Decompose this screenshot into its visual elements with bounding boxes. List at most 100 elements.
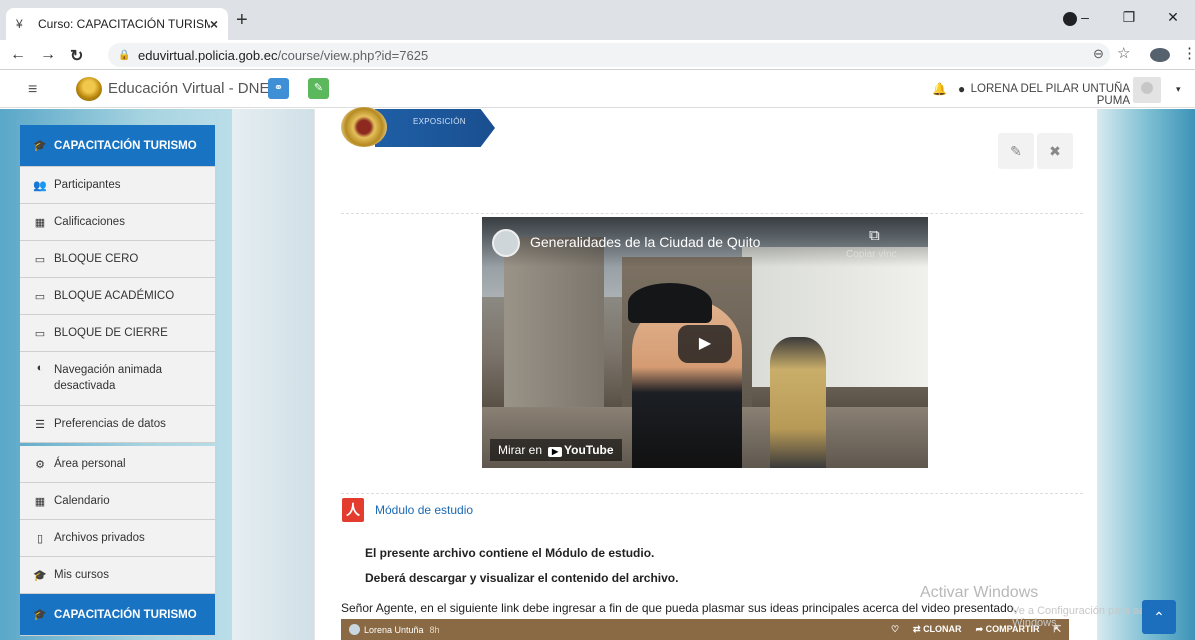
file-icon: ▯ <box>36 532 44 545</box>
youtube-logo: ▶ YouTube <box>548 443 614 457</box>
copy-link-label: Copiar vínc <box>846 249 897 260</box>
sidebar-item-mis-cursos[interactable]: 🎓 Mis cursos <box>20 557 215 594</box>
maximize-button[interactable]: ❐ <box>1107 9 1151 26</box>
table-icon: ▦ <box>34 216 46 229</box>
sidebar-item-bloque-cero[interactable]: ▭ BLOQUE CERO <box>20 241 215 278</box>
tab-title: Curso: CAPACITACIÓN TURISMO <box>38 17 210 31</box>
resource-description: El presente archivo contiene el Módulo d… <box>365 546 655 560</box>
scroll-to-top-button[interactable]: ⌃ <box>1142 600 1176 634</box>
user-menu-caret-icon[interactable]: ▾ <box>1176 84 1181 95</box>
sidebar-item-navegacion-animada[interactable]: ◐ Navegación animada desactivada <box>20 352 215 406</box>
lock-icon: 🔒 <box>118 49 131 61</box>
toggle-icon: ◐ <box>36 362 44 374</box>
resource-link[interactable]: Módulo de estudio <box>375 503 473 517</box>
url-input[interactable]: 🔒 eduvirtual.policia.gob.ec/course/view.… <box>108 43 1110 67</box>
windows-watermark-title: Activar Windows <box>920 584 1039 601</box>
site-navbar: ≡ Educación Virtual - DNE ⚭ ✎ 🔔 ● LORENA… <box>0 71 1195 108</box>
sidebar-item-calificaciones[interactable]: ▦ Calificaciones <box>20 204 215 241</box>
browser-tab[interactable]: ¥ Curso: CAPACITACIÓN TURISMO × <box>6 8 228 40</box>
sidebar-item-archivos-privados[interactable]: ▯ Archivos privados <box>20 520 215 557</box>
zoom-icon[interactable]: ⊖ <box>1093 46 1104 62</box>
sidebar-item-label: BLOQUE ACADÉMICO <box>54 290 175 302</box>
sidebar-course-header[interactable]: 🎓 CAPACITACIÓN TURISMO <box>20 125 215 167</box>
clone-button[interactable]: ⇄ CLONAR <box>913 624 962 635</box>
sidebar-item-label: Calendario <box>54 495 110 507</box>
reload-icon[interactable]: ↻ <box>70 46 83 66</box>
sidebar-item-label: BLOQUE DE CIERRE <box>54 327 168 339</box>
copy-link-icon[interactable]: ⧉ <box>869 227 880 244</box>
graduation-cap-icon: 🎓 <box>33 569 47 582</box>
close-window-button[interactable]: ✕ <box>1151 9 1195 26</box>
video-frame-officer-cap <box>628 283 712 323</box>
play-button[interactable]: ▶ <box>678 325 732 363</box>
site-logo[interactable] <box>76 77 102 101</box>
site-name[interactable]: Educación Virtual - DNE <box>108 80 269 97</box>
url-path: /course/view.php?id=7625 <box>277 47 429 63</box>
youtube-label: YouTube <box>564 443 614 457</box>
sidebar-item-area-personal[interactable]: ⚙ Área personal <box>20 446 215 483</box>
youtube-video-embed[interactable]: Generalidades de la Ciudad de Quito ⧉ Co… <box>482 217 928 468</box>
edit-pencil-icon[interactable]: ✎ <box>998 133 1034 169</box>
sidebar-item-label: Navegación animada desactivada <box>54 364 163 392</box>
sidebar-item-preferencias[interactable]: ☰ Preferencias de datos <box>20 406 215 443</box>
sidebar-item-label: Calificaciones <box>54 216 125 228</box>
video-title[interactable]: Generalidades de la Ciudad de Quito <box>530 234 760 250</box>
watch-on-youtube-button[interactable]: Mirar en ▶ YouTube <box>490 439 622 461</box>
sidebar-course-footer[interactable]: 🎓 CAPACITACIÓN TURISMO <box>20 594 215 636</box>
database-icon: ☰ <box>35 418 45 431</box>
sidebar-item-label: Preferencias de datos <box>54 418 166 430</box>
video-frame-pedestrian <box>770 337 826 468</box>
background-right <box>1098 109 1195 640</box>
minimize-button[interactable]: – <box>1063 9 1107 25</box>
window-controls: – ❐ ✕ <box>1063 0 1195 34</box>
heart-icon[interactable]: ♡ <box>891 624 899 635</box>
watch-on-label: Mirar en <box>498 443 543 457</box>
forward-arrow-icon[interactable]: → <box>40 46 56 64</box>
sidebar-item-label: Participantes <box>54 179 121 191</box>
url-host: eduvirtual.policia.gob.ec <box>138 47 278 63</box>
notifications-bell-icon[interactable]: 🔔 <box>932 82 947 96</box>
back-arrow-icon[interactable]: ← <box>10 46 26 64</box>
user-name[interactable]: LORENA DEL PILAR UNTUÑA PUMA <box>954 83 1130 107</box>
resource-description: Deberá descargar y visualizar el conteni… <box>365 571 679 585</box>
calendar-icon: ▦ <box>34 495 46 508</box>
pdf-icon: 人 <box>342 498 364 522</box>
course-sidebar: 🎓 CAPACITACIÓN TURISMO 👥 Participantes ▦… <box>20 125 215 636</box>
sidebar-item-label: Mis cursos <box>54 569 109 581</box>
sidebar-course-label: CAPACITACIÓN TURISMO <box>54 139 197 152</box>
new-tab-button[interactable]: + <box>236 10 248 30</box>
graduation-cap-icon: 🎓 <box>33 140 47 152</box>
sidebar-item-bloque-cierre[interactable]: ▭ BLOQUE DE CIERRE <box>20 315 215 352</box>
share-icon[interactable]: ⚭ <box>268 78 289 99</box>
padlet-embed-bar[interactable]: Lorena Untuña 8h ♡ ⇄ CLONAR ➦ COMPARTIR … <box>341 619 1069 640</box>
sidebar-item-calendario[interactable]: ▦ Calendario <box>20 483 215 520</box>
sidebar-course-label: CAPACITACIÓN TURISMO <box>54 608 197 621</box>
youtube-play-icon: ▶ <box>548 447 563 457</box>
background-column <box>232 109 314 640</box>
dashboard-icon: ⚙ <box>35 458 45 471</box>
author-avatar <box>349 624 360 635</box>
sidebar-item-label: BLOQUE CERO <box>54 253 139 265</box>
hamburger-menu-icon[interactable]: ≡ <box>28 81 37 99</box>
edit-mode-icon[interactable]: ✎ <box>308 78 329 99</box>
padlet-time: 8h <box>429 624 440 635</box>
avatar[interactable] <box>1133 77 1161 103</box>
tab-close-icon[interactable]: × <box>210 16 218 32</box>
sidebar-item-label: Área personal <box>54 458 126 470</box>
users-icon: 👥 <box>33 179 47 192</box>
browser-menu-icon[interactable]: ⋮ <box>1182 44 1195 62</box>
channel-avatar[interactable] <box>492 229 520 257</box>
bookmark-star-icon[interactable]: ☆ <box>1117 44 1130 62</box>
folder-icon: ▭ <box>34 327 46 340</box>
extension-icon[interactable] <box>1150 48 1170 62</box>
site-favicon-icon: ¥ <box>16 17 23 31</box>
folder-icon: ▭ <box>34 253 46 266</box>
padlet-author: Lorena Untuña <box>364 624 424 635</box>
graduation-cap-icon: 🎓 <box>33 609 47 621</box>
url-text: eduvirtual.policia.gob.ec/course/view.ph… <box>138 48 428 63</box>
close-icon[interactable]: ✖ <box>1037 133 1073 169</box>
sidebar-item-bloque-academico[interactable]: ▭ BLOQUE ACADÉMICO <box>20 278 215 315</box>
sidebar-item-label: Archivos privados <box>54 532 145 544</box>
browser-tab-bar: ¥ Curso: CAPACITACIÓN TURISMO × + – ❐ ✕ <box>0 0 1195 40</box>
sidebar-item-participantes[interactable]: 👥 Participantes <box>20 167 215 204</box>
